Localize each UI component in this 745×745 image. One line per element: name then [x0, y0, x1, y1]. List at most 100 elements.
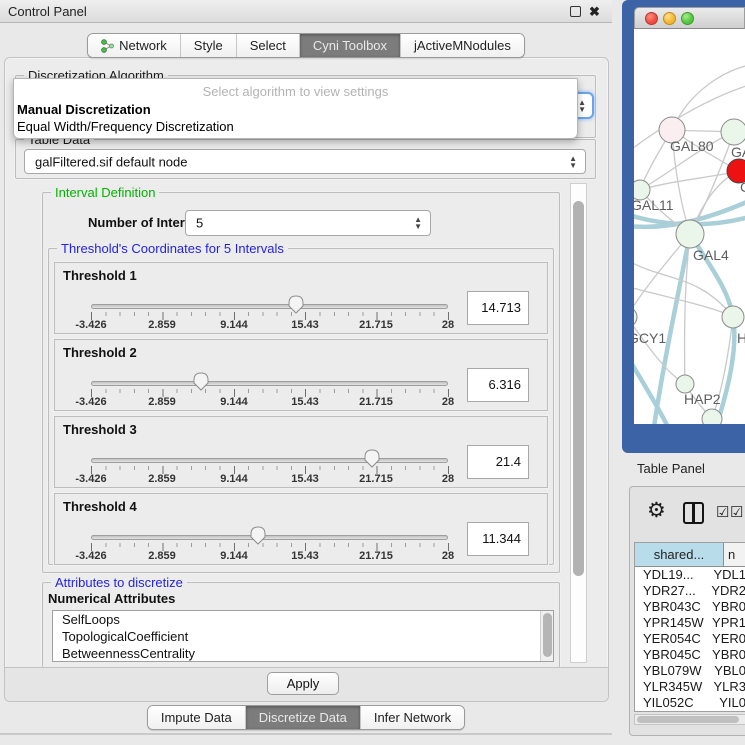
control-panel-scrollbar[interactable] [570, 183, 587, 663]
node-gal4[interactable] [676, 220, 704, 248]
table-row[interactable]: YPR145WYPR1 [635, 615, 745, 631]
tab-infer-network-label: Infer Network [374, 706, 451, 730]
tab-impute-data[interactable]: Impute Data [148, 706, 246, 729]
scrollbar-thumb[interactable] [573, 201, 584, 576]
cell[interactable]: YLR3 [709, 679, 745, 695]
threshold-4-label: Threshold 4 [63, 499, 137, 514]
number-of-intervals-spinner[interactable]: 5 ▲▼ [185, 210, 431, 236]
tick-label: 15.43 [273, 473, 337, 485]
threshold-4-panel: Threshold 4 -3.426 2.859 9.144 15.43 21.… [54, 493, 548, 565]
scrollbar-thumb[interactable] [543, 613, 552, 657]
table-row[interactable]: YLR345WYLR3 [635, 679, 745, 695]
table-row[interactable]: YDR27...YDR2 [635, 583, 745, 599]
threshold-1-label: Threshold 1 [63, 268, 137, 283]
cell[interactable]: YIL0 [715, 695, 745, 711]
numerical-attributes-label: Numerical Attributes [48, 591, 175, 606]
cell[interactable]: YBR043C [635, 599, 708, 615]
algorithm-dropdown-popup: Select algorithm to view settings Manual… [13, 78, 578, 139]
threshold-3-slider-track[interactable] [91, 458, 448, 463]
tab-select[interactable]: Select [237, 34, 300, 57]
number-of-intervals-value: 5 [196, 216, 203, 231]
cell[interactable]: YER0 [708, 631, 745, 647]
cell[interactable]: YDL19... [635, 567, 709, 583]
threshold-3-label: Threshold 3 [63, 422, 137, 437]
cell[interactable]: YLR345W [635, 679, 709, 695]
tab-cyni-toolbox[interactable]: Cyni Toolbox [300, 34, 401, 57]
threshold-1-value-field[interactable]: 14.713 [467, 291, 529, 325]
popup-item-equal-width-frequency[interactable]: Equal Width/Frequency Discretization [17, 119, 234, 134]
threshold-1-slider-track[interactable] [91, 304, 448, 309]
cell[interactable]: YER054C [635, 631, 708, 647]
combo-arrows-icon: ▲▼ [578, 99, 586, 113]
cell[interactable]: YBL079W [635, 663, 710, 679]
table-horizontal-scrollbar[interactable] [634, 714, 745, 725]
threshold-4-slider-thumb[interactable] [249, 525, 267, 546]
tab-network-label: Network [119, 34, 167, 58]
table-row[interactable]: YDL19...YDL1 [635, 567, 745, 583]
cell[interactable]: YDL1 [709, 567, 745, 583]
threshold-2-value-field[interactable]: 6.316 [467, 368, 529, 402]
threshold-3-value-field[interactable]: 21.4 [467, 445, 529, 479]
checkbox-icon[interactable]: ☑ [716, 503, 729, 521]
cell[interactable]: YBL0 [710, 663, 745, 679]
column-header-name[interactable]: n [724, 543, 745, 566]
label-ga-partial: GA [731, 144, 745, 160]
table-row[interactable]: YBR043CYBR0 [635, 599, 745, 615]
cell[interactable]: YPR1 [708, 615, 745, 631]
table-row[interactable]: YER054CYER0 [635, 631, 745, 647]
tick-label: 15.43 [273, 396, 337, 408]
node-gcy1[interactable] [634, 307, 637, 327]
node-bottom[interactable] [702, 409, 722, 424]
cell[interactable]: YDR27... [635, 583, 707, 599]
column-layout-icon[interactable] [683, 502, 704, 524]
list-item-betweennesscentrality[interactable]: BetweennessCentrality [53, 645, 553, 662]
threshold-2-slider-track[interactable] [91, 381, 448, 386]
control-panel-titlebar: Control Panel ✖ [0, 0, 612, 23]
close-traffic-light-icon[interactable] [645, 12, 658, 25]
checkbox-icon[interactable]: ☑ [730, 503, 743, 521]
table-data-combobox[interactable]: galFiltered.sif default node ▲▼ [24, 149, 586, 174]
cell[interactable]: YBR045C [635, 647, 708, 663]
node-labels: GAL80 GA C GAL11 GAL4 GCY1 H HAP2 [634, 138, 745, 407]
table-row[interactable]: YBR045CYBR0 [635, 647, 745, 663]
attributes-list-scrollbar[interactable] [540, 611, 553, 661]
threshold-2-slider-thumb[interactable] [192, 371, 210, 392]
minimize-traffic-light-icon[interactable] [663, 12, 676, 25]
apply-button[interactable]: Apply [267, 672, 339, 695]
network-canvas[interactable]: GAL80 GA C GAL11 GAL4 GCY1 H HAP2 [634, 29, 745, 424]
threshold-1-panel: Threshold 1 -3.426 2.859 9.144 15.43 21.… [54, 262, 548, 334]
threshold-4-slider-track[interactable] [91, 535, 448, 540]
tab-style[interactable]: Style [181, 34, 237, 57]
threshold-3-slider-thumb[interactable] [363, 448, 381, 469]
close-icon[interactable]: ✖ [589, 4, 600, 20]
algorithm-popup-hint: Select algorithm to view settings [14, 84, 577, 99]
node-partial-ga[interactable] [721, 119, 745, 145]
node-h[interactable] [722, 306, 744, 328]
column-header-shared-name[interactable]: shared... [635, 543, 724, 566]
label-c-partial: C [740, 179, 745, 195]
cell[interactable]: YIL052C [635, 695, 715, 711]
table-row[interactable]: YBL079WYBL0 [635, 663, 745, 679]
tab-jactivemnodules-label: jActiveMNodules [414, 34, 511, 58]
list-item-topologicalcoefficient[interactable]: TopologicalCoefficient [53, 628, 553, 645]
cell[interactable]: YDR2 [707, 583, 745, 599]
cell[interactable]: YBR0 [708, 599, 745, 615]
cell[interactable]: YBR0 [708, 647, 745, 663]
table-row[interactable]: YIL052CYIL0 [635, 695, 745, 711]
tab-jactivemnodules[interactable]: jActiveMNodules [401, 34, 524, 57]
scrollbar-thumb[interactable] [637, 716, 739, 723]
tab-network[interactable]: Network [88, 34, 181, 57]
threshold-1-slider-thumb[interactable] [287, 294, 305, 315]
popup-item-manual-discretization[interactable]: Manual Discretization [17, 102, 151, 117]
tick-label: 15.43 [273, 319, 337, 331]
threshold-4-value-field[interactable]: 11.344 [467, 522, 529, 556]
float-window-icon[interactable] [570, 6, 581, 17]
list-item-selfloops[interactable]: SelfLoops [53, 611, 553, 628]
tick-label: -3.426 [59, 319, 123, 331]
network-window-titlebar[interactable] [634, 7, 745, 29]
cell[interactable]: YPR145W [635, 615, 708, 631]
tab-infer-network[interactable]: Infer Network [361, 706, 464, 729]
zoom-traffic-light-icon[interactable] [681, 12, 694, 25]
gear-icon[interactable]: ⚙ [647, 498, 666, 523]
tab-discretize-data[interactable]: Discretize Data [246, 706, 361, 729]
